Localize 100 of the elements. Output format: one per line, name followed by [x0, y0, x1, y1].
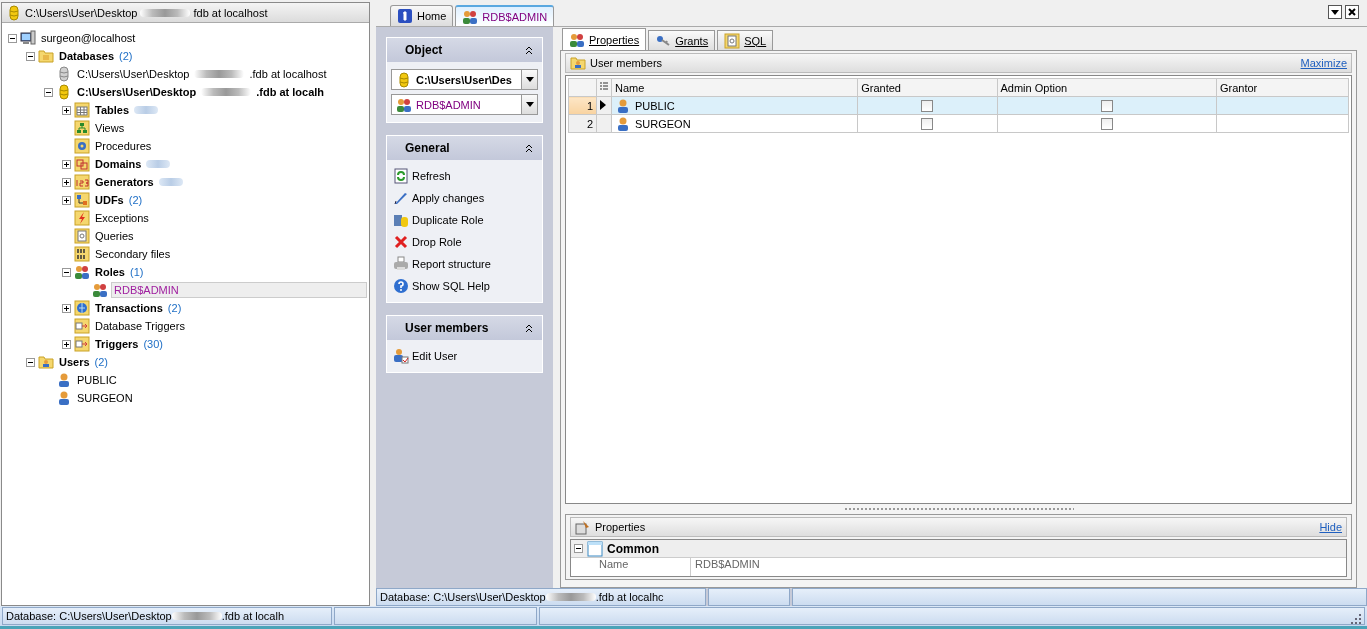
- flowchart-icon: [74, 192, 90, 208]
- help-icon: [393, 278, 409, 294]
- checkbox[interactable]: [1100, 117, 1113, 130]
- status-text: .fdb at localhc: [595, 591, 664, 603]
- plus-icon: [63, 106, 70, 114]
- expander-toggle[interactable]: [44, 87, 53, 97]
- expander-toggle[interactable]: [26, 357, 35, 367]
- expander-toggle[interactable]: [26, 51, 35, 61]
- collapse-icon[interactable]: [524, 323, 534, 333]
- object-selector[interactable]: RDB$ADMIN: [391, 94, 538, 115]
- hierarchy-icon: [74, 120, 90, 136]
- editor-tab[interactable]: Properties: [562, 28, 647, 50]
- tree-item[interactable]: Tables: [93, 103, 132, 117]
- resize-grip[interactable]: [1351, 614, 1361, 624]
- tree-item[interactable]: Views: [93, 121, 127, 135]
- expander-toggle[interactable]: [574, 544, 583, 553]
- plus-icon: [63, 178, 70, 186]
- folder-icon: [38, 48, 54, 64]
- files-icon: [74, 246, 90, 262]
- collapse-icon[interactable]: [524, 45, 534, 55]
- tree-item[interactable]: Database Triggers: [93, 319, 187, 333]
- tree-item[interactable]: SURGEON: [75, 391, 135, 405]
- column-header[interactable]: Grantor: [1216, 78, 1349, 97]
- user-icon: [615, 115, 631, 132]
- tree-item[interactable]: Roles: [93, 265, 127, 279]
- action-link[interactable]: Apply changes: [391, 188, 538, 208]
- checkbox[interactable]: [1100, 99, 1113, 112]
- column-header[interactable]: Name: [611, 78, 858, 97]
- checkbox[interactable]: [921, 99, 934, 112]
- column-header[interactable]: Granted: [857, 78, 997, 97]
- status-text: Database: C:\Users\User\Desktop: [6, 610, 172, 622]
- people-icon: [74, 264, 90, 280]
- document-tab[interactable]: RDB$ADMIN: [455, 5, 555, 26]
- table-cell: PUBLIC: [635, 99, 675, 112]
- user-icon: [615, 97, 631, 114]
- hide-link[interactable]: Hide: [1319, 521, 1342, 533]
- properties-icon: [575, 519, 591, 535]
- action-link[interactable]: Report structure: [391, 254, 538, 274]
- tree-item[interactable]: RDB$ADMIN: [111, 282, 367, 298]
- expander-toggle[interactable]: [62, 177, 71, 187]
- maximize-link[interactable]: Maximize: [1300, 57, 1347, 69]
- folder-icon: [38, 354, 54, 370]
- minus-icon: [575, 545, 582, 552]
- tree-item[interactable]: Exceptions: [93, 211, 151, 225]
- editor-tab[interactable]: Grants: [648, 30, 716, 50]
- category-label: Common: [607, 541, 659, 556]
- status-text: .fdb at localh: [221, 610, 285, 622]
- refresh-icon: [393, 168, 409, 184]
- header-path: fdb at localhost: [193, 6, 268, 19]
- tree-item[interactable]: Queries: [93, 229, 136, 243]
- delete-icon: [393, 234, 409, 250]
- people-icon: [569, 31, 585, 48]
- item-count: (2): [94, 356, 109, 368]
- editor-tab[interactable]: SQL: [717, 30, 774, 50]
- action-link[interactable]: Drop Role: [391, 232, 538, 252]
- tree-item[interactable]: PUBLIC: [75, 373, 119, 387]
- object-selector[interactable]: C:\Users\User\Des: [391, 69, 538, 90]
- globe-icon: [74, 300, 90, 316]
- tree-item[interactable]: Procedures: [93, 139, 154, 153]
- action-link[interactable]: Show SQL Help: [391, 276, 538, 296]
- checkbox[interactable]: [921, 117, 934, 130]
- action-link[interactable]: Refresh: [391, 166, 538, 186]
- plus-icon: [63, 160, 70, 168]
- tree-item[interactable]: Databases: [57, 49, 117, 63]
- expander-toggle[interactable]: [62, 339, 71, 349]
- action-link[interactable]: Edit User: [391, 346, 538, 366]
- document-tab[interactable]: Home: [390, 5, 454, 26]
- item-count: (2): [167, 302, 182, 314]
- tree-item[interactable]: C:\Users\User\Desktop: [75, 67, 192, 81]
- expander-toggle[interactable]: [62, 195, 71, 205]
- splitter-grip[interactable]: [843, 507, 1074, 511]
- item-count: (2): [128, 194, 143, 206]
- tree-item[interactable]: Secondary files: [93, 247, 173, 261]
- expander-toggle[interactable]: [62, 303, 71, 313]
- action-link[interactable]: Duplicate Role: [391, 210, 538, 230]
- table-cell: SURGEON: [635, 117, 691, 130]
- plus-icon: [63, 196, 70, 204]
- expander-toggle[interactable]: [8, 33, 17, 43]
- section-title: Object: [405, 43, 443, 57]
- tree-item[interactable]: .fdb at localhost: [247, 67, 329, 81]
- tree-item[interactable]: Generators: [93, 175, 156, 189]
- tree-item[interactable]: Domains: [93, 157, 144, 171]
- property-name: Name: [591, 558, 691, 576]
- collapse-icon[interactable]: [524, 143, 534, 153]
- database-icon: [56, 66, 72, 82]
- tree-item[interactable]: Users: [57, 355, 92, 369]
- dropdown-button[interactable]: [1328, 5, 1342, 19]
- expander-toggle[interactable]: [62, 105, 71, 115]
- tree-item[interactable]: C:\Users\User\Desktop: [75, 85, 199, 99]
- tree-item[interactable]: UDFs: [93, 193, 126, 207]
- tree-item[interactable]: .fdb at localh: [254, 85, 327, 99]
- column-header[interactable]: Admin Option: [997, 78, 1217, 97]
- tree-item[interactable]: surgeon@localhost: [39, 31, 138, 45]
- tree-item[interactable]: Transactions: [93, 301, 165, 315]
- close-button[interactable]: [1345, 5, 1359, 19]
- expander-toggle[interactable]: [62, 267, 71, 277]
- item-count: (30): [143, 338, 163, 350]
- tree-item[interactable]: Triggers: [93, 337, 141, 351]
- column-chooser-icon[interactable]: [600, 81, 608, 92]
- expander-toggle[interactable]: [62, 159, 71, 169]
